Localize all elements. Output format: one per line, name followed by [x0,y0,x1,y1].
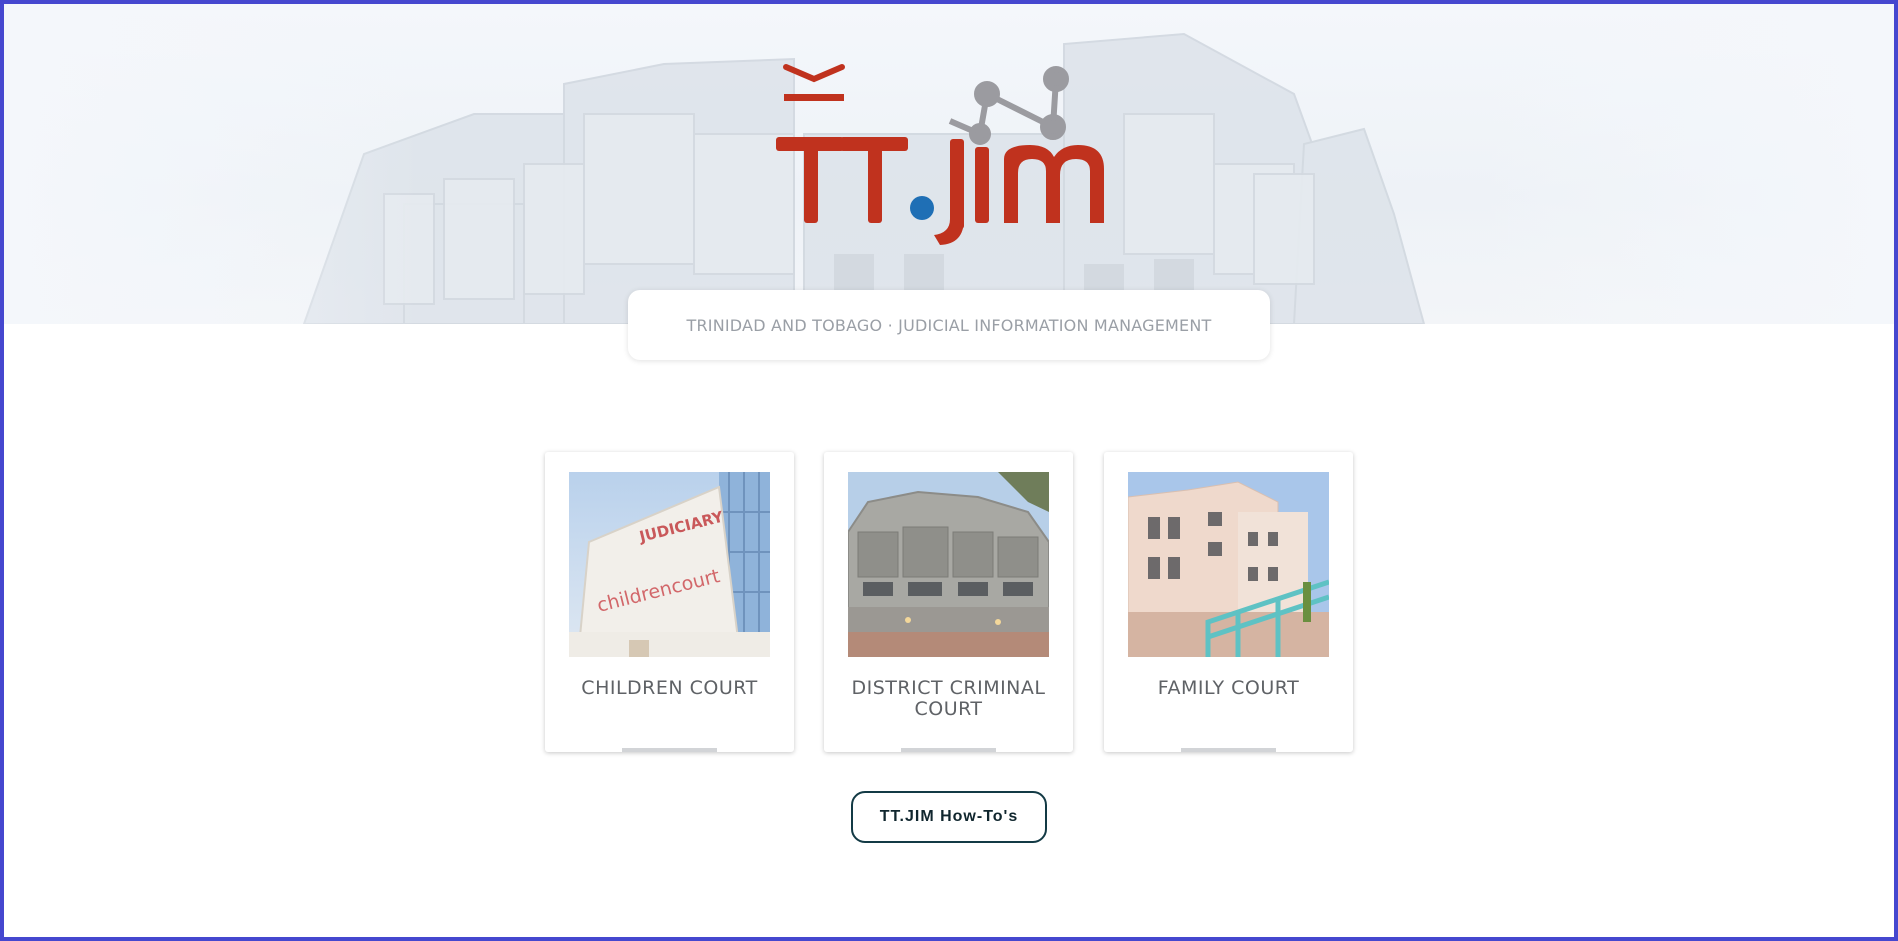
card-title: CHILDREN COURT [581,677,758,699]
card-bar [1181,748,1276,752]
tagline: TRINIDAD AND TOBAGO · JUDICIAL INFORMATI… [686,315,1212,335]
card-bar [901,748,996,752]
children-court-photo: JUDICIARY childrencourt [569,472,770,657]
card-district-criminal-court[interactable]: DISTRICT CRIMINAL COURT [824,452,1073,752]
family-court-photo [1128,472,1329,657]
card-bar [622,748,717,752]
district-criminal-court-photo [848,472,1049,657]
card-title: FAMILY COURT [1157,677,1300,699]
tt-jim-logo-mark [776,64,1104,245]
card-children-court[interactable]: JUDICIARY childrencourt CHILDREN COURT [545,452,794,752]
tagline-box: TRINIDAD AND TOBAGO · JUDICIAL INFORMATI… [628,290,1270,360]
card-title: DISTRICT CRIMINAL COURT [851,677,1046,720]
hero-banner [4,4,1894,324]
howto-button[interactable]: TT.JIM How-To's [851,791,1047,843]
card-family-court[interactable]: FAMILY COURT [1104,452,1353,752]
